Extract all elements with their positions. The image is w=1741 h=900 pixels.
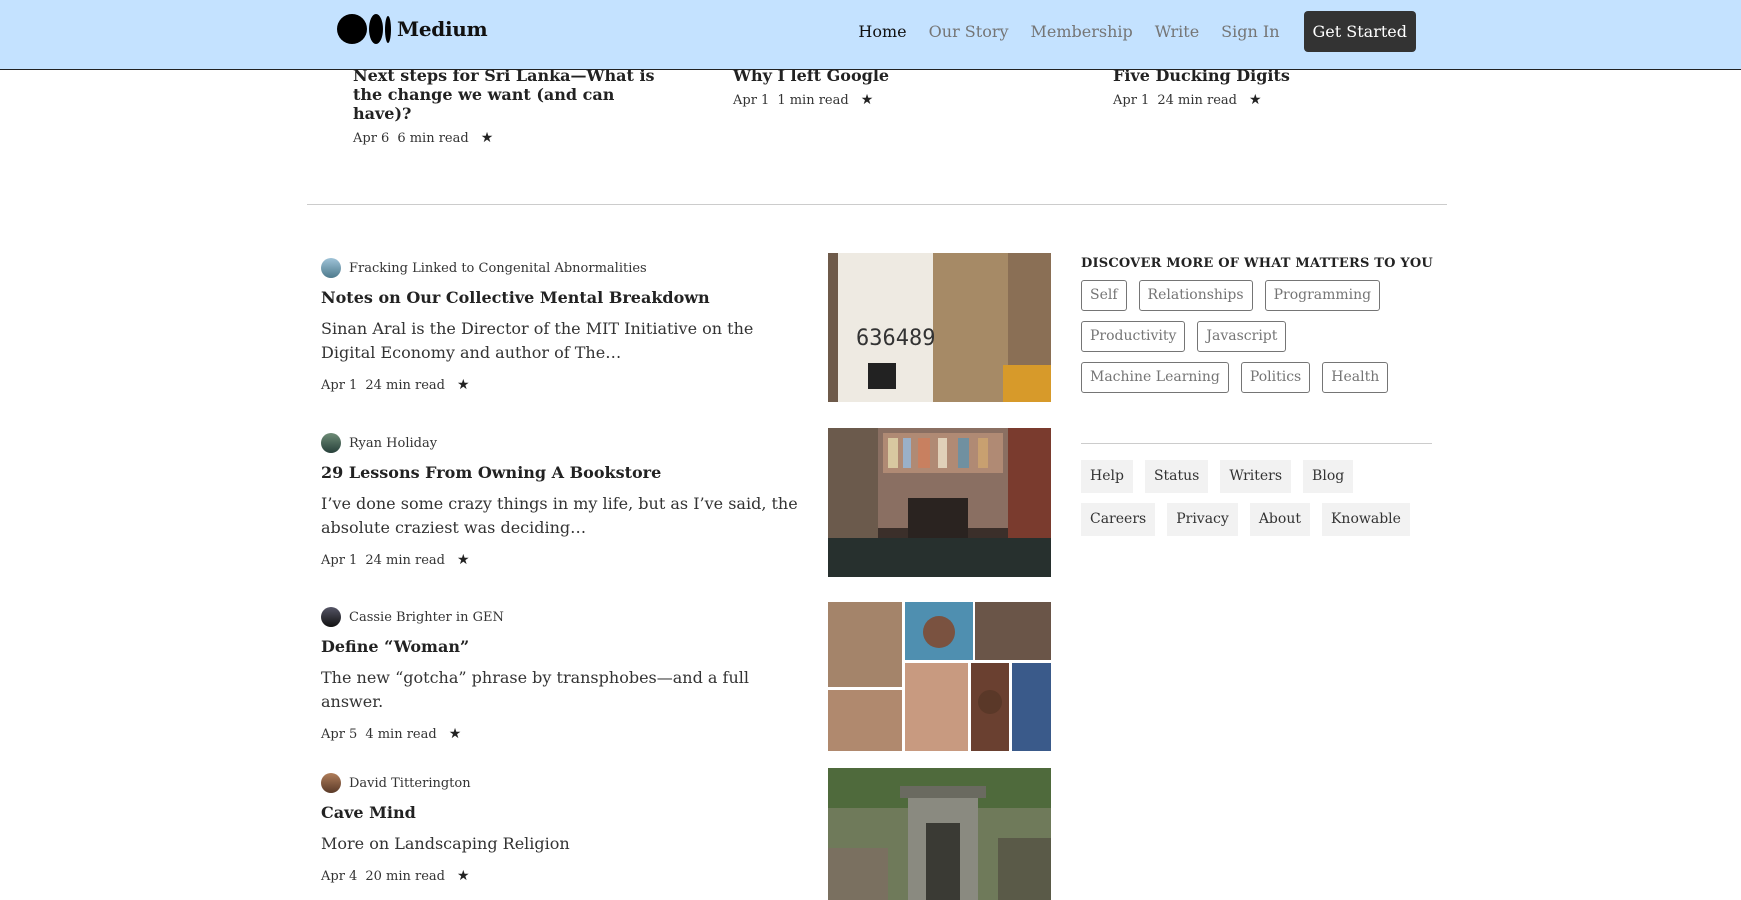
tag-productivity[interactable]: Productivity <box>1081 321 1186 352</box>
post-date: Apr 6 <box>353 130 390 146</box>
star-icon: ★ <box>456 377 470 393</box>
tag-politics[interactable]: Politics <box>1240 362 1311 393</box>
star-icon: ★ <box>480 130 494 146</box>
post-meta: Apr 1 24 min read ★ <box>321 377 811 393</box>
star-icon: ★ <box>1248 92 1262 108</box>
read-time: 24 min read <box>365 552 445 568</box>
discover-sidebar: DISCOVER MORE OF WHAT MATTERS TO YOU Sel… <box>1081 256 1433 546</box>
trending-meta: Apr 1 24 min read ★ <box>1113 92 1433 108</box>
post-thumbnail[interactable] <box>828 768 1051 900</box>
trending-item[interactable]: Next steps for Sri Lanka—What is the cha… <box>353 66 673 146</box>
read-time: 1 min read <box>777 92 849 108</box>
post-title[interactable]: Define “Woman” <box>321 637 811 656</box>
post-date: Apr 1 <box>733 92 770 108</box>
footer-links: Help Status Writers Blog Careers Privacy… <box>1081 460 1433 546</box>
link-knowable[interactable]: Knowable <box>1321 503 1410 536</box>
star-icon: ★ <box>860 92 874 108</box>
discover-heading: DISCOVER MORE OF WHAT MATTERS TO YOU <box>1081 256 1433 271</box>
post-thumbnail[interactable] <box>828 428 1051 577</box>
nav-home[interactable]: Home <box>858 22 906 41</box>
trending-meta: Apr 6 6 min read ★ <box>353 130 673 146</box>
post-author[interactable]: David Titterington <box>321 773 811 793</box>
post-title[interactable]: Cave Mind <box>321 803 811 822</box>
svg-text:636489: 636489 <box>856 326 935 351</box>
nav-membership[interactable]: Membership <box>1031 22 1133 41</box>
post-subtitle[interactable]: More on Landscaping Religion <box>321 832 811 856</box>
link-blog[interactable]: Blog <box>1303 460 1354 493</box>
top-header: Medium Home Our Story Membership Write S… <box>0 0 1741 70</box>
link-writers[interactable]: Writers <box>1220 460 1292 493</box>
read-time: 4 min read <box>365 726 437 742</box>
post-date: Apr 1 <box>321 377 358 393</box>
tag-machine-learning[interactable]: Machine Learning <box>1081 362 1229 393</box>
medium-logo-icon <box>337 14 391 44</box>
link-privacy[interactable]: Privacy <box>1167 503 1238 536</box>
feed-post[interactable]: David Titterington Cave Mind More on Lan… <box>321 773 811 884</box>
tag-health[interactable]: Health <box>1322 362 1389 393</box>
post-title[interactable]: Notes on Our Collective Mental Breakdown <box>321 288 811 307</box>
star-icon: ★ <box>456 552 470 568</box>
main-nav: Home Our Story Membership Write Sign In … <box>858 11 1416 52</box>
post-date: Apr 1 <box>1113 92 1150 108</box>
post-title[interactable]: 29 Lessons From Owning A Bookstore <box>321 463 811 482</box>
tag-programming[interactable]: Programming <box>1264 280 1381 311</box>
post-date: Apr 5 <box>321 726 358 742</box>
brand-logo[interactable]: Medium <box>337 14 488 44</box>
brand-name: Medium <box>397 17 488 41</box>
trending-meta: Apr 1 1 min read ★ <box>733 92 1053 108</box>
post-thumbnail[interactable]: 636489 <box>828 253 1051 402</box>
nav-our-story[interactable]: Our Story <box>929 22 1009 41</box>
sidebar-divider <box>1081 443 1432 444</box>
feed-post[interactable]: Ryan Holiday 29 Lessons From Owning A Bo… <box>321 433 811 568</box>
link-status[interactable]: Status <box>1144 460 1209 493</box>
nav-write[interactable]: Write <box>1155 22 1199 41</box>
post-author[interactable]: Fracking Linked to Congenital Abnormalit… <box>321 258 811 278</box>
star-icon: ★ <box>456 868 470 884</box>
feed-post[interactable]: Fracking Linked to Congenital Abnormalit… <box>321 258 811 393</box>
link-help[interactable]: Help <box>1081 460 1133 493</box>
author-name[interactable]: Cassie Brighter in GEN <box>349 610 504 625</box>
post-date: Apr 1 <box>321 552 358 568</box>
post-meta: Apr 5 4 min read ★ <box>321 726 811 742</box>
post-thumbnail[interactable] <box>828 602 1051 751</box>
avatar <box>321 433 341 453</box>
tag-relationships[interactable]: Relationships <box>1138 280 1253 311</box>
author-name[interactable]: David Titterington <box>349 776 471 791</box>
trending-item[interactable]: Five Ducking Digits Apr 1 24 min read ★ <box>1113 66 1433 108</box>
post-meta: Apr 4 20 min read ★ <box>321 868 811 884</box>
nav-sign-in[interactable]: Sign In <box>1221 22 1279 41</box>
read-time: 24 min read <box>365 377 445 393</box>
post-subtitle[interactable]: I’ve done some crazy things in my life, … <box>321 492 811 540</box>
post-author[interactable]: Ryan Holiday <box>321 433 811 453</box>
post-date: Apr 4 <box>321 868 358 884</box>
get-started-button[interactable]: Get Started <box>1303 11 1416 52</box>
link-careers[interactable]: Careers <box>1081 503 1156 536</box>
section-divider <box>307 204 1447 205</box>
feed-post[interactable]: Cassie Brighter in GEN Define “Woman” Th… <box>321 607 811 742</box>
avatar <box>321 258 341 278</box>
trending-item[interactable]: Why I left Google Apr 1 1 min read ★ <box>733 66 1053 108</box>
read-time: 6 min read <box>397 130 469 146</box>
post-subtitle[interactable]: Sinan Aral is the Director of the MIT In… <box>321 317 811 365</box>
read-time: 20 min read <box>365 868 445 884</box>
trending-title[interactable]: Next steps for Sri Lanka—What is the cha… <box>353 66 673 123</box>
avatar <box>321 607 341 627</box>
post-subtitle[interactable]: The new “gotcha” phrase by transphobes—a… <box>321 666 811 714</box>
author-name[interactable]: Ryan Holiday <box>349 436 437 451</box>
topic-tags: Self Relationships Programming Productiv… <box>1081 280 1433 403</box>
post-meta: Apr 1 24 min read ★ <box>321 552 811 568</box>
read-time: 24 min read <box>1157 92 1237 108</box>
author-name[interactable]: Fracking Linked to Congenital Abnormalit… <box>349 261 647 276</box>
tag-self[interactable]: Self <box>1081 280 1127 311</box>
link-about[interactable]: About <box>1249 503 1310 536</box>
tag-javascript[interactable]: Javascript <box>1197 321 1287 352</box>
star-icon: ★ <box>448 726 462 742</box>
post-author[interactable]: Cassie Brighter in GEN <box>321 607 811 627</box>
avatar <box>321 773 341 793</box>
